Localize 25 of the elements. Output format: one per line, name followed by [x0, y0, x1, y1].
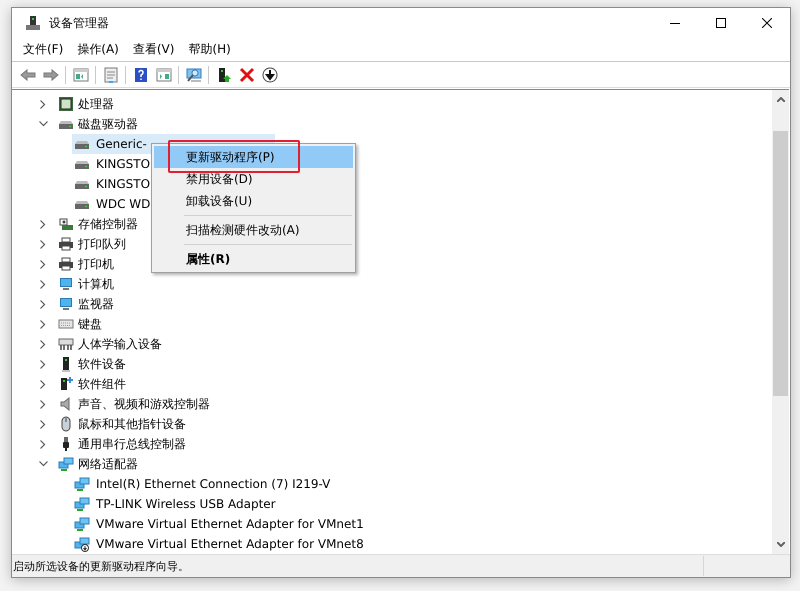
tree-item-label: TP-LINK Wireless USB Adapter — [96, 497, 276, 511]
tree-item-label: VMware Virtual Ethernet Adapter for VMnet8 — [96, 537, 364, 551]
tree-item-label: Intel(R) Ethernet Connection (7) I219-V — [96, 477, 330, 491]
window-title: 设备管理器 — [49, 14, 110, 32]
tree-item-label: KINGSTO — [96, 157, 150, 171]
tree-item-label: 存储控制器 — [78, 216, 138, 232]
tree-item-label: 网络适配器 — [78, 456, 138, 472]
tree-item-label: 通用串行总线控制器 — [78, 436, 186, 452]
tree-item-label: 打印队列 — [78, 236, 126, 252]
tree-item-label: 软件设备 — [78, 356, 126, 372]
tree-item-label: 磁盘驱动器 — [78, 116, 138, 132]
tree-item-label: Generic- — [96, 137, 147, 151]
tree-item-label: WDC WD — [96, 197, 150, 211]
status-text: 启动所选设备的更新驱动程序向导。 — [12, 558, 190, 574]
tree-item-label: 键盘 — [78, 316, 102, 332]
tree-item-label: VMware Virtual Ethernet Adapter for VMnet1 — [96, 517, 364, 531]
tree-item-label: 鼠标和其他指针设备 — [78, 416, 186, 432]
tree-item-label: 软件组件 — [78, 376, 126, 392]
tree-item-label: 监视器 — [78, 296, 114, 312]
tree-item-label: 计算机 — [78, 276, 114, 292]
tree-item-label: 人体学输入设备 — [78, 336, 162, 352]
tree-item-label: 处理器 — [78, 96, 114, 112]
tree-item-label: 打印机 — [78, 256, 114, 272]
tree-item-label: 声音、视频和游戏控制器 — [78, 396, 210, 412]
tree-item-label: KINGSTO — [96, 177, 150, 191]
